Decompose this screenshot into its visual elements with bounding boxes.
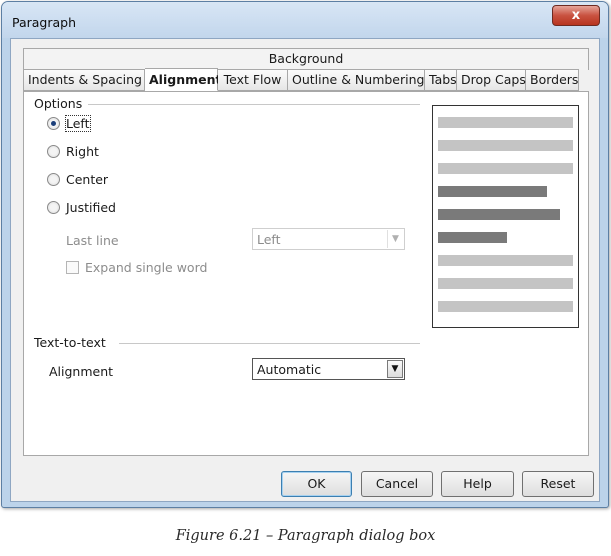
close-icon: x bbox=[571, 8, 581, 23]
expand-single-word-label: Expand single word bbox=[85, 260, 208, 275]
expand-single-word[interactable]: Expand single word bbox=[66, 260, 207, 275]
tab-text-flow[interactable]: Text Flow bbox=[218, 69, 288, 91]
reset-button[interactable]: Reset bbox=[522, 471, 594, 497]
dialog-title: Paragraph bbox=[12, 15, 77, 30]
radio-left-button[interactable] bbox=[47, 117, 60, 130]
radio-left-label: Left bbox=[65, 115, 91, 132]
preview-line bbox=[438, 117, 573, 128]
last-line-value: Left bbox=[257, 231, 281, 247]
preview-line bbox=[438, 232, 507, 243]
preview-line bbox=[438, 301, 573, 312]
radio-center-button[interactable] bbox=[47, 173, 60, 186]
tab-tabs[interactable]: Tabs bbox=[425, 69, 457, 91]
tab-alignment[interactable]: Alignment bbox=[145, 68, 221, 91]
preview-line bbox=[438, 163, 573, 174]
tab-outline-numbering[interactable]: Outline & Numbering bbox=[288, 69, 425, 91]
dialog-body: Background Indents & Spacing Alignment Tex… bbox=[10, 38, 600, 502]
close-button[interactable]: x bbox=[552, 5, 600, 26]
tab-strip: Indents & Spacing Alignment Text Flow Outli… bbox=[23, 68, 589, 91]
radio-left[interactable]: Left bbox=[47, 115, 91, 132]
title-bar[interactable]: Paragraph x bbox=[2, 2, 608, 38]
help-button[interactable]: Help bbox=[441, 471, 514, 497]
tab-indents-spacing[interactable]: Indents & Spacing bbox=[23, 69, 145, 91]
radio-right-label: Right bbox=[66, 144, 99, 159]
radio-right-button[interactable] bbox=[47, 145, 60, 158]
tab-drop-caps[interactable]: Drop Caps bbox=[457, 69, 526, 91]
figure-caption: Figure 6.21 – Paragraph dialog box bbox=[175, 528, 436, 544]
alignment-preview bbox=[432, 105, 579, 328]
text-to-text-alignment-select[interactable]: Automatic ▼ bbox=[252, 358, 405, 380]
cancel-button[interactable]: Cancel bbox=[361, 471, 433, 497]
dropdown-arrow-icon[interactable]: ▼ bbox=[387, 360, 403, 378]
expand-single-word-checkbox[interactable] bbox=[66, 261, 79, 274]
tab-borders[interactable]: Borders bbox=[526, 69, 579, 91]
radio-right[interactable]: Right bbox=[47, 144, 99, 159]
preview-line bbox=[438, 186, 547, 197]
text-to-text-divider bbox=[119, 343, 420, 344]
alignment-label: Alignment bbox=[49, 364, 114, 379]
radio-center[interactable]: Center bbox=[47, 172, 108, 187]
radio-center-label: Center bbox=[66, 172, 109, 187]
preview-line bbox=[438, 278, 573, 289]
ok-button[interactable]: OK bbox=[281, 471, 352, 497]
last-line-select[interactable]: Left ▼ bbox=[252, 228, 405, 250]
text-to-text-heading: Text-to-text bbox=[34, 335, 106, 350]
preview-line bbox=[438, 209, 560, 220]
alignment-panel: Options Left Right Center Justified Last… bbox=[23, 91, 589, 456]
radio-justified-button[interactable] bbox=[47, 201, 60, 214]
preview-line bbox=[438, 255, 573, 266]
options-heading: Options bbox=[34, 96, 83, 111]
preview-line bbox=[438, 140, 573, 151]
radio-justified-label: Justified bbox=[66, 200, 116, 215]
tab-background[interactable]: Background bbox=[23, 48, 589, 70]
options-divider bbox=[88, 104, 420, 105]
last-line-label: Last line bbox=[66, 233, 119, 248]
chevron-down-icon: ▼ bbox=[387, 230, 403, 248]
radio-justified[interactable]: Justified bbox=[47, 200, 116, 215]
paragraph-dialog: Paragraph x Background Indents & Spacing… bbox=[1, 1, 609, 508]
text-to-text-alignment-value: Automatic bbox=[257, 361, 322, 377]
